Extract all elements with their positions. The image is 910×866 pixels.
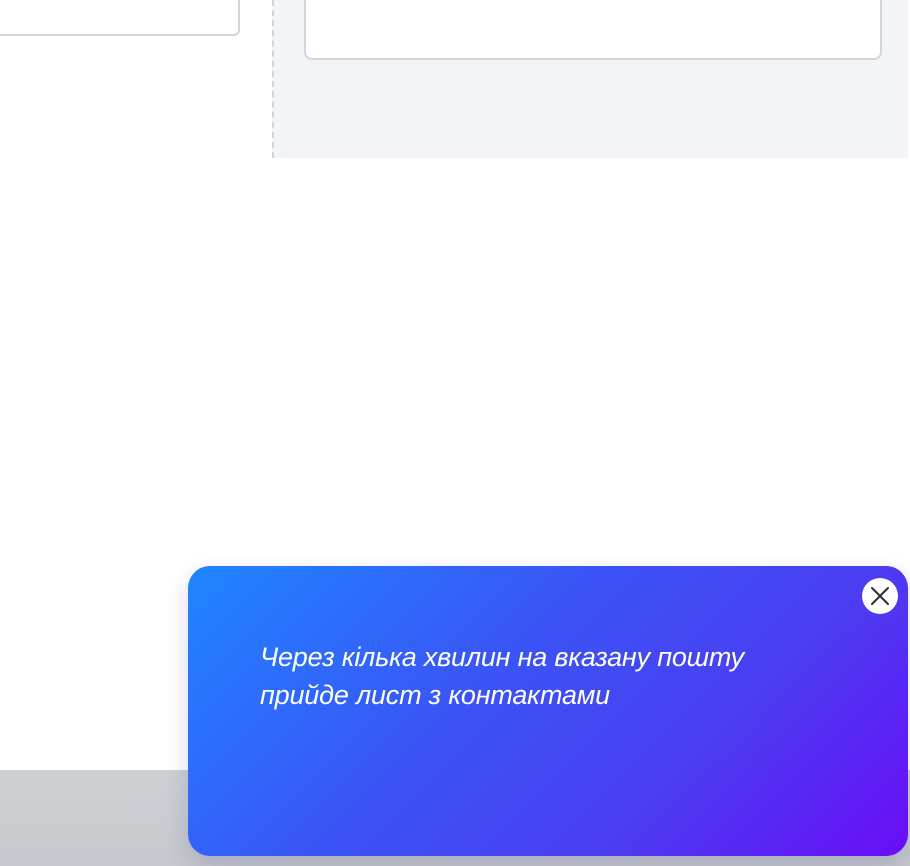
right-card [304, 0, 882, 60]
close-button[interactable] [862, 578, 898, 614]
toast-message: Через кілька хвилин на вказану пошту при… [260, 642, 744, 710]
notification-toast: Через кілька хвилин на вказану пошту при… [188, 566, 908, 856]
left-card [0, 0, 240, 36]
close-icon [871, 587, 889, 605]
page: Через кілька хвилин на вказану пошту при… [0, 0, 910, 866]
